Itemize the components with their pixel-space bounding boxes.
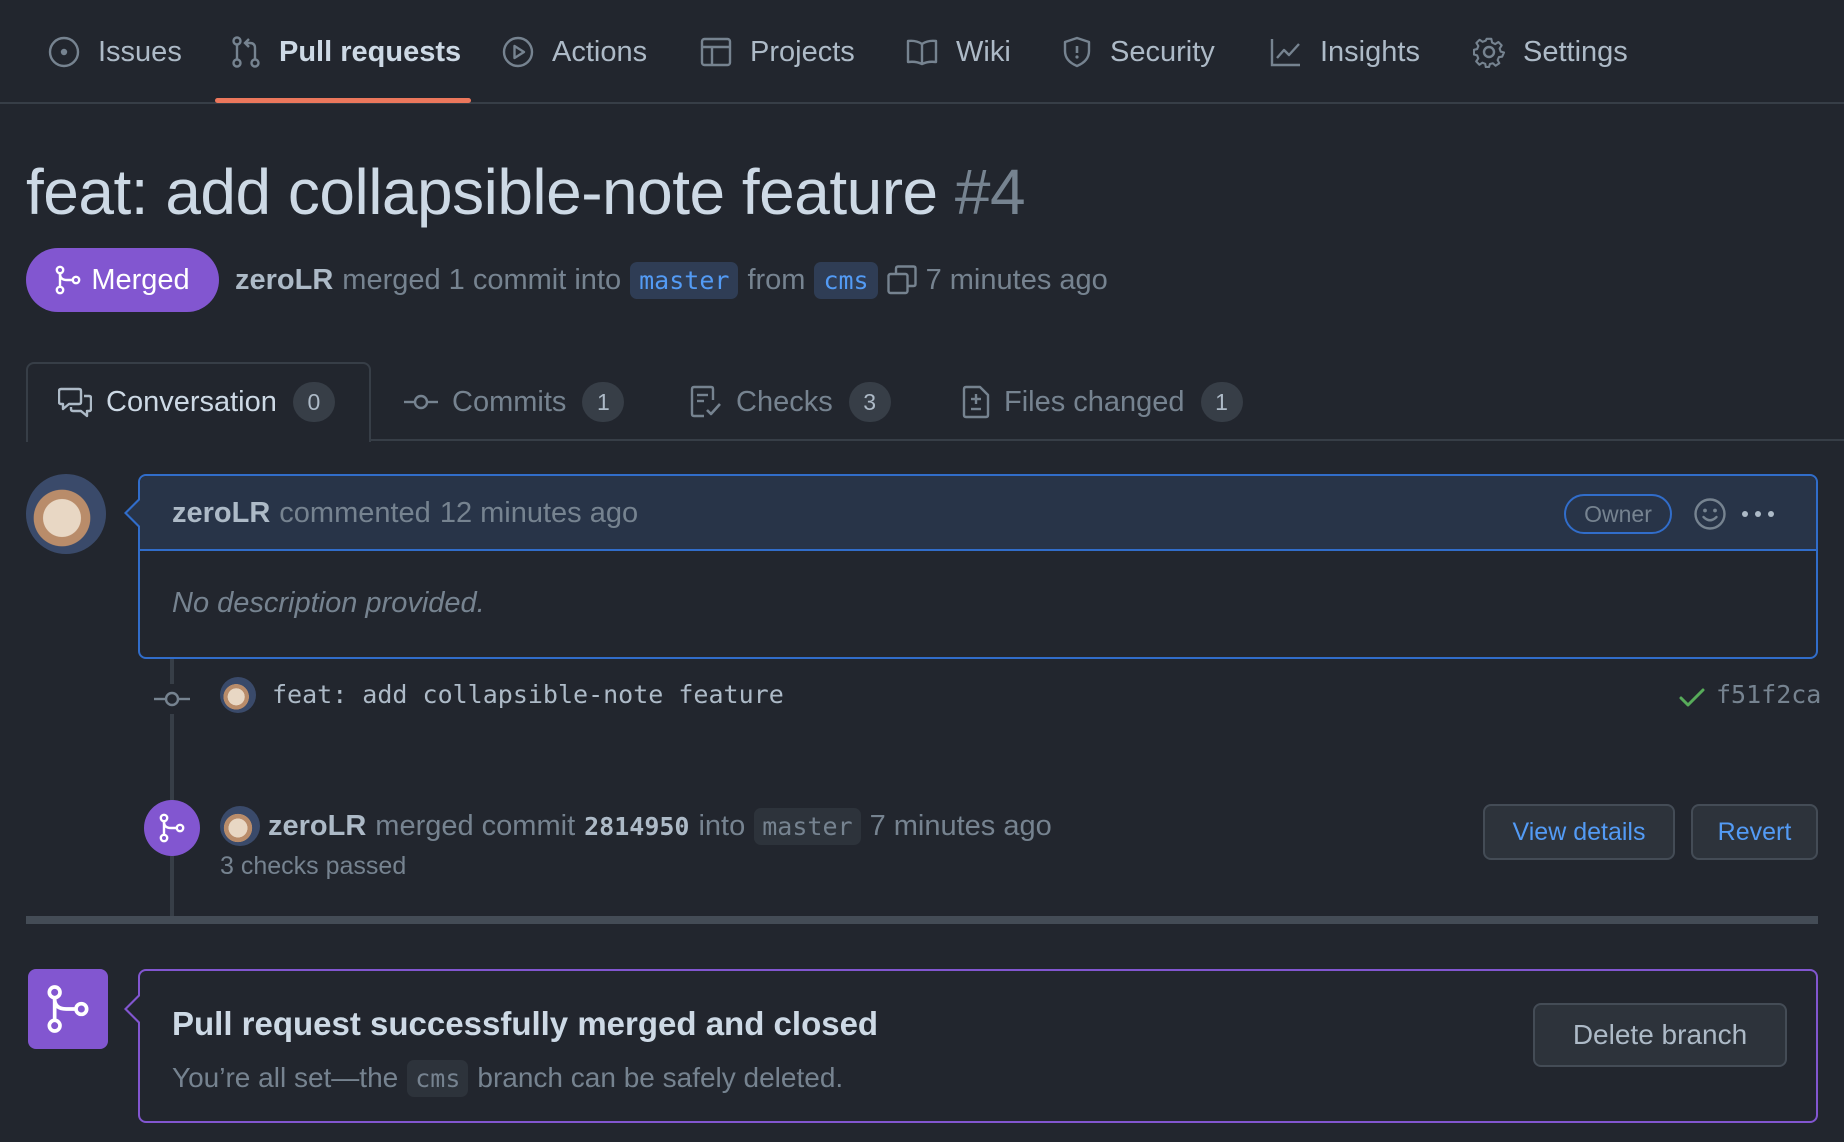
smiley-icon[interactable] [1693, 497, 1727, 531]
merge-status-icon-box [28, 969, 108, 1049]
comment-header: zeroLR commented 12 minutes ago Owner [140, 476, 1816, 551]
copy-icon[interactable] [886, 265, 917, 295]
merge-status-title: Pull request successfully merged and clo… [172, 1005, 879, 1042]
tab-label: Checks [736, 385, 833, 418]
shield-icon [1062, 36, 1092, 68]
merge-event-line: zeroLR merged commit 2814950 into master… [268, 804, 1052, 848]
git-pull-request-icon [231, 36, 261, 68]
tab-label: Commits [452, 385, 567, 418]
merge-event-badge [144, 800, 200, 856]
merge-into-text: into [698, 809, 746, 842]
base-branch-link[interactable]: master [630, 261, 739, 299]
comment-action: commented [279, 497, 431, 529]
comment-time-link[interactable]: 12 minutes ago [440, 497, 638, 530]
tab-checks[interactable]: Checks 3 [690, 362, 891, 442]
pr-time: 7 minutes ago [925, 263, 1108, 296]
avatar[interactable] [220, 677, 256, 713]
status-badge: Merged [26, 248, 219, 312]
tab-counter: 3 [848, 382, 891, 422]
merge-branch-link[interactable]: master [754, 807, 861, 845]
tab-label: Files changed [1004, 385, 1185, 418]
merge-sub-after: branch can be safely deleted. [477, 1062, 844, 1093]
play-icon [502, 36, 534, 68]
delete-branch-button[interactable]: Delete branch [1533, 1003, 1787, 1067]
head-branch-link[interactable]: cms [814, 261, 878, 299]
nav-item-label: Issues [98, 35, 182, 68]
nav-item-insights[interactable]: Insights [1270, 0, 1420, 104]
merge-time-link[interactable]: 7 minutes ago [870, 810, 1052, 843]
merge-status-box: Pull request successfully merged and clo… [138, 969, 1818, 1123]
nav-item-label: Insights [1320, 35, 1420, 68]
owner-label: Owner [1564, 494, 1672, 534]
graph-icon [1270, 36, 1302, 68]
nav-item-label: Wiki [956, 35, 1011, 68]
kebab-horizontal-icon[interactable] [1740, 500, 1776, 528]
pr-author-link[interactable]: zeroLR [235, 264, 333, 297]
nav-item-label: Projects [750, 35, 855, 68]
tab-files-changed[interactable]: Files changed 1 [962, 362, 1243, 442]
tab-counter: 1 [582, 382, 625, 422]
nav-item-pull-requests[interactable]: Pull requests [231, 0, 461, 104]
tab-label: Conversation [106, 385, 277, 418]
commit-sha-link[interactable]: f51f2ca [1716, 680, 1821, 709]
merge-sub-branch: cms [407, 1059, 469, 1097]
comment-body: No description provided. [172, 587, 485, 619]
nav-item-label: Settings [1523, 35, 1628, 68]
git-merge-icon [55, 265, 81, 295]
avatar[interactable] [26, 474, 106, 554]
merge-box-pointer-fill [127, 996, 140, 1022]
merge-sub-before: You’re all set—the [172, 1062, 399, 1093]
check-icon[interactable] [1678, 685, 1706, 711]
comment-box: zeroLR commented 12 minutes ago Owner No… [138, 474, 1818, 659]
nav-item-actions[interactable]: Actions [502, 0, 647, 104]
comment-author-link[interactable]: zeroLR [172, 497, 270, 530]
checks-passed-text[interactable]: 3 checks passed [220, 852, 406, 881]
nav-item-projects[interactable]: Projects [700, 0, 855, 104]
avatar[interactable] [220, 806, 260, 846]
checklist-icon [690, 385, 722, 419]
file-diff-icon [962, 385, 990, 419]
table-icon [700, 36, 732, 68]
nav-selected-underline [215, 98, 471, 103]
pr-from-text: from [747, 263, 806, 296]
git-commit-icon [154, 684, 190, 714]
gear-icon [1473, 36, 1505, 68]
git-commit-icon [404, 392, 438, 412]
issue-opened-icon [48, 36, 80, 68]
merge-author-link[interactable]: zeroLR [268, 810, 366, 843]
comment-pointer-fill [127, 500, 140, 526]
commit-message-link[interactable]: feat: add collapsible-note feature [272, 680, 784, 709]
repo-nav: Issues Pull requests Actions Projects Wi… [0, 0, 1844, 104]
revert-button[interactable]: Revert [1691, 804, 1818, 860]
nav-item-security[interactable]: Security [1062, 0, 1215, 104]
pr-number: #4 [954, 156, 1026, 228]
git-merge-icon [159, 813, 185, 843]
timeline-divider [26, 916, 1818, 924]
nav-item-label: Actions [552, 35, 648, 68]
book-icon [906, 36, 938, 68]
nav-item-label: Security [1110, 35, 1215, 68]
comment-discussion-icon [58, 386, 92, 418]
git-merge-icon [46, 984, 90, 1034]
status-badge-label: Merged [91, 263, 190, 296]
merge-status-subtitle: You’re all set—the cms branch can be saf… [172, 1056, 843, 1100]
merge-commit-sha-link[interactable]: 2814950 [584, 812, 689, 841]
nav-item-issues[interactable]: Issues [48, 0, 182, 104]
view-details-button[interactable]: View details [1483, 804, 1675, 860]
comment-meta: zeroLR commented 12 minutes ago [172, 476, 638, 551]
tab-counter: 1 [1200, 382, 1243, 422]
page-title: feat: add collapsible-note feature #4 [26, 155, 1026, 229]
tab-commits[interactable]: Commits 1 [404, 362, 625, 442]
tab-counter: 0 [292, 382, 335, 422]
nav-item-settings[interactable]: Settings [1473, 0, 1628, 104]
pr-meta-line: zeroLR merged 1 commit into master from … [235, 256, 1108, 304]
merge-action: merged commit [375, 809, 576, 842]
nav-item-wiki[interactable]: Wiki [906, 0, 1011, 104]
pr-merged-text: merged 1 commit into [342, 263, 622, 296]
pr-title-text: feat: add collapsible-note feature [26, 156, 938, 228]
tab-conversation[interactable]: Conversation 0 [58, 362, 335, 442]
nav-item-label: Pull requests [279, 35, 462, 68]
